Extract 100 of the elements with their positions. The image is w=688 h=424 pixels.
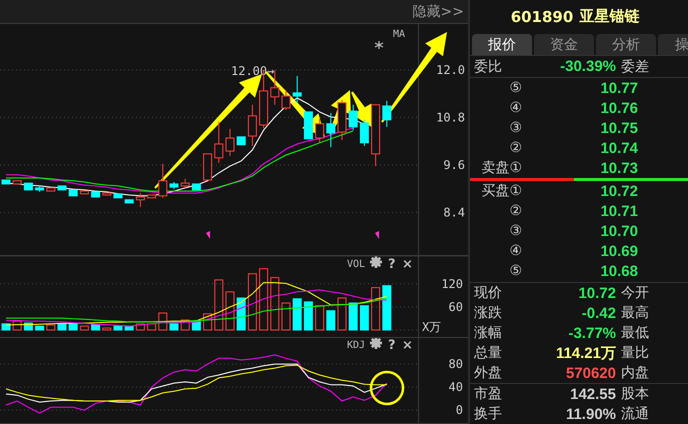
volume-bar xyxy=(46,324,56,330)
price-axis-label: 9.6 xyxy=(443,158,465,172)
bid-level-label: 买盘① xyxy=(480,182,522,200)
volume-axis-label: 120 xyxy=(441,276,463,291)
ask-price: 10.73 xyxy=(599,160,638,177)
close-button[interactable]: × xyxy=(402,257,413,272)
stock-code: 601890 xyxy=(510,8,574,26)
volume-bar xyxy=(270,277,280,330)
stat-value: 142.55 xyxy=(569,386,616,402)
stat-value: 570620 xyxy=(564,364,616,382)
row-label: 委比 xyxy=(473,58,503,76)
candle xyxy=(338,100,346,140)
volume-bar xyxy=(158,312,168,330)
ratio-value: -30.39% xyxy=(559,58,616,76)
volume-bar xyxy=(348,302,358,330)
candle xyxy=(2,179,10,184)
row-label: 流通 xyxy=(620,405,649,423)
settings-icon[interactable] xyxy=(370,337,382,349)
candle xyxy=(180,178,190,188)
volume-bar xyxy=(226,291,234,330)
volume-bar xyxy=(282,302,290,330)
row-label: 涨跌 xyxy=(473,304,503,322)
row-label: 总量 xyxy=(473,344,503,362)
stat-value: 10.72 xyxy=(577,284,616,302)
help-button[interactable]: ? xyxy=(388,257,396,272)
hide-button[interactable]: 隐藏>> xyxy=(410,2,468,20)
candle xyxy=(147,194,156,198)
candle xyxy=(371,104,380,167)
tab[interactable]: 资金 xyxy=(534,34,594,56)
volume-bar xyxy=(102,328,112,330)
volume-bar xyxy=(2,323,10,330)
stat-value: 114.21万 xyxy=(554,344,616,362)
row-label: 今开 xyxy=(620,284,649,302)
volume-bar xyxy=(91,324,100,330)
row-label: 换手 xyxy=(473,405,503,423)
bid-level-label: ② xyxy=(508,203,522,219)
row-label: 股本 xyxy=(620,385,649,403)
bid-price: 10.72 xyxy=(599,182,638,200)
price-axis-label: 8.4 xyxy=(443,205,465,220)
volume-bar xyxy=(203,313,212,330)
ask-price: 10.74 xyxy=(599,140,638,157)
settings-icon[interactable] xyxy=(370,256,382,268)
help-button[interactable]: ? xyxy=(388,338,396,353)
candle xyxy=(292,75,302,104)
candle xyxy=(315,118,324,144)
candle xyxy=(102,192,112,196)
candle xyxy=(24,182,33,190)
price-axis-label: 12.0 xyxy=(436,62,465,77)
candle xyxy=(80,190,89,194)
stat-value: 11.90% xyxy=(564,406,616,422)
volume-unit-label: X万 xyxy=(422,320,442,334)
ask-price: 10.77 xyxy=(599,80,638,97)
volume-bar xyxy=(136,323,145,330)
ask-price: 10.75 xyxy=(599,120,638,137)
flag-icon xyxy=(206,231,210,239)
candle xyxy=(170,181,178,190)
candle xyxy=(192,183,201,190)
volume-bar xyxy=(371,287,380,330)
bid-level-label: ⑤ xyxy=(508,263,522,279)
stat-value: -3.77% xyxy=(567,324,616,342)
kdj-axis-label: 80 xyxy=(448,357,463,372)
ask-level-label: 卖盘① xyxy=(480,159,522,178)
high-price-marker: 12.00→ xyxy=(231,64,274,78)
candle xyxy=(158,163,168,198)
bid-price: 10.69 xyxy=(599,242,638,260)
volume-bar xyxy=(338,298,346,330)
volume-bar xyxy=(292,298,302,330)
volume-bar xyxy=(315,305,324,330)
panel-title: KDJ xyxy=(347,340,366,351)
ask-level-label: ② xyxy=(508,140,522,156)
candle xyxy=(203,153,212,180)
candle xyxy=(91,191,100,198)
candle xyxy=(360,119,369,146)
tab[interactable]: 分析 xyxy=(596,34,656,56)
bid-price: 10.70 xyxy=(599,222,638,240)
bid-price: 10.71 xyxy=(599,202,638,220)
row-label: 最低 xyxy=(620,324,649,342)
ma-label: MA xyxy=(393,29,406,40)
panel-title: VOL xyxy=(347,259,366,270)
kdj-axis-label: 0 xyxy=(456,403,463,418)
volume-bar xyxy=(382,285,392,330)
price-axis-label: 10.8 xyxy=(436,110,465,124)
candle xyxy=(348,104,358,131)
volume-bar xyxy=(80,326,89,330)
close-button[interactable]: × xyxy=(402,338,413,353)
volume-axis-label: 60 xyxy=(448,300,463,314)
volume-bar xyxy=(214,279,224,330)
candle xyxy=(124,199,134,204)
stock-name: 亚星锚链 xyxy=(579,7,640,26)
row-label: 外盘 xyxy=(473,364,503,382)
row-label: 现价 xyxy=(473,284,503,302)
bid-level-label: ④ xyxy=(508,243,522,259)
tab[interactable]: 报价 xyxy=(472,34,532,56)
candle xyxy=(282,90,290,110)
volume-bar xyxy=(236,298,246,330)
kdj-axis-label: 40 xyxy=(448,380,463,394)
volume-bar xyxy=(304,301,313,330)
candle xyxy=(46,187,56,192)
volume-bar xyxy=(248,273,257,330)
volume-bar xyxy=(259,268,268,330)
